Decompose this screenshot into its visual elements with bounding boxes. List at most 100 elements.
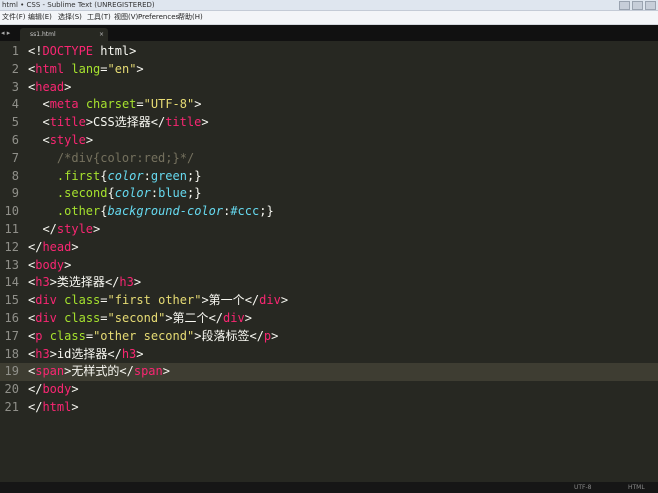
menu-file[interactable]: 文件(F) <box>2 11 26 24</box>
tab-active-file[interactable]: ss1.html × <box>20 28 108 41</box>
code-token: < <box>42 115 50 130</box>
code-token: : <box>150 186 159 201</box>
code-text: <h3>id选择器</h3> <box>28 346 144 364</box>
code-token: lang <box>71 61 101 76</box>
code-token: class <box>64 293 101 308</box>
code-text: <h3>类选择器</h3> <box>28 274 141 292</box>
code-token: > <box>244 310 252 325</box>
code-line[interactable]: 6 <style> <box>0 132 658 150</box>
code-token: html <box>93 44 130 58</box>
menu-help[interactable]: 帮助(H) <box>178 11 203 24</box>
code-line[interactable]: 11 </style> <box>0 221 658 239</box>
code-line[interactable]: 16 <div class="second">第二个</div> <box>0 310 658 328</box>
code-token: "other second" <box>93 328 195 343</box>
code-token: > <box>129 44 137 58</box>
code-token: > <box>71 382 79 397</box>
menu-preferences[interactable]: Preferences <box>138 11 179 24</box>
code-token: ;} <box>186 186 202 201</box>
tab-label: ss1.html <box>30 31 56 38</box>
code-token: > <box>85 115 94 130</box>
encoding-indicator[interactable]: UTF-8 <box>574 482 592 493</box>
line-number: 11 <box>4 221 19 236</box>
code-token: > <box>165 310 173 325</box>
code-line[interactable]: 14 <h3>类选择器</h3> <box>0 274 658 292</box>
code-token: title <box>49 115 86 130</box>
code-token: div <box>35 293 57 308</box>
code-line[interactable]: 10 .other{background-color:#ccc;} <box>0 203 658 221</box>
tab-nav-arrows-icon[interactable]: ◂ ▸ <box>1 27 10 39</box>
code-token: #ccc <box>230 204 260 219</box>
line-number: 15 <box>4 293 19 308</box>
code-line[interactable]: 15 <div class="first other">第一个</div> <box>0 292 658 310</box>
code-line[interactable]: 2 <html lang="en"> <box>0 61 658 79</box>
code-text: .first{color:green;} <box>28 168 202 186</box>
code-text: <style> <box>28 132 93 150</box>
code-line[interactable]: 5 <title>CSS选择器</title> <box>0 114 658 132</box>
code-line[interactable]: 7 /*div{color:red;}*/ <box>0 150 658 168</box>
code-line[interactable]: 9 .second{color:blue;} <box>0 185 658 203</box>
code-token: = <box>100 61 108 76</box>
code-token: color <box>114 186 151 201</box>
code-token: </ <box>42 221 57 236</box>
code-token: meta <box>49 97 79 112</box>
code-line[interactable]: 1 <!DOCTYPE html> <box>0 43 658 61</box>
code-token: > <box>85 132 94 147</box>
line-number: 3 <box>11 79 19 94</box>
line-number: 16 <box>4 310 19 325</box>
syntax-indicator[interactable]: HTML <box>628 482 645 493</box>
code-line[interactable]: 13 <body> <box>0 257 658 275</box>
code-token: ;} <box>259 204 274 219</box>
code-token: > <box>64 257 72 272</box>
close-button[interactable] <box>645 1 656 10</box>
code-token: ;} <box>186 168 202 183</box>
code-line[interactable]: 4 <meta charset="UTF-8"> <box>0 96 658 114</box>
code-token: "UTF-8" <box>143 97 195 112</box>
line-number: 4 <box>11 97 19 112</box>
code-token: < <box>42 97 50 112</box>
menu-selection[interactable]: 选择(S) <box>58 11 82 24</box>
code-line[interactable]: 18 <h3>id选择器</h3> <box>0 346 658 364</box>
code-text: <div class="first other">第一个</div> <box>28 292 288 310</box>
line-number: 8 <box>11 168 19 183</box>
line-number: 1 <box>11 44 19 58</box>
code-token: > <box>49 346 57 361</box>
code-editor[interactable]: 1 <!DOCTYPE html> 2 <html lang="en"> 3 <head>… <box>0 43 658 417</box>
code-line[interactable]: 20 </body> <box>0 381 658 399</box>
code-line[interactable]: 3 <head> <box>0 79 658 97</box>
code-line[interactable]: 12 </head> <box>0 239 658 257</box>
code-token: style <box>56 221 94 236</box>
menu-bar: 文件(F) 编辑(E) 选择(S) 工具(T) 视图(V) Preference… <box>0 11 658 25</box>
code-token: </ <box>150 115 166 130</box>
menu-view[interactable]: 视图(V) <box>114 11 138 24</box>
code-line[interactable]: 17 <p class="other second">段落标签</p> <box>0 328 658 346</box>
code-text: <body> <box>28 257 71 275</box>
line-number: 12 <box>4 239 19 254</box>
code-token: html <box>35 61 65 76</box>
code-token: { <box>100 204 108 219</box>
code-token: > <box>194 97 202 112</box>
code-token: </ <box>28 239 43 254</box>
code-token: html <box>42 399 72 414</box>
window-controls <box>619 1 656 10</box>
minimize-button[interactable] <box>619 1 630 10</box>
tab-close-icon[interactable]: × <box>99 28 104 41</box>
tab-bar: ◂ ▸ ss1.html × <box>0 25 658 41</box>
maximize-button[interactable] <box>632 1 643 10</box>
code-text: .other{background-color:#ccc;} <box>28 203 274 221</box>
menu-tools[interactable]: 工具(T) <box>87 11 111 24</box>
code-line[interactable]: 19 <span>无样式的</span> <box>0 363 658 382</box>
code-token: /*div{color:red;}*/ <box>56 150 195 165</box>
code-line[interactable]: 21 </html> <box>0 399 658 417</box>
line-number: 13 <box>4 257 19 272</box>
code-token: 段落标签 <box>201 328 250 343</box>
code-token: > <box>71 399 79 414</box>
code-token: > <box>271 328 279 343</box>
code-token: > <box>201 293 209 308</box>
code-line[interactable]: 8 .first{color:green;} <box>0 168 658 186</box>
code-token: = <box>136 97 144 112</box>
code-text: </head> <box>28 239 79 257</box>
menu-edit[interactable]: 编辑(E) <box>28 11 52 24</box>
line-number: 18 <box>4 346 19 361</box>
